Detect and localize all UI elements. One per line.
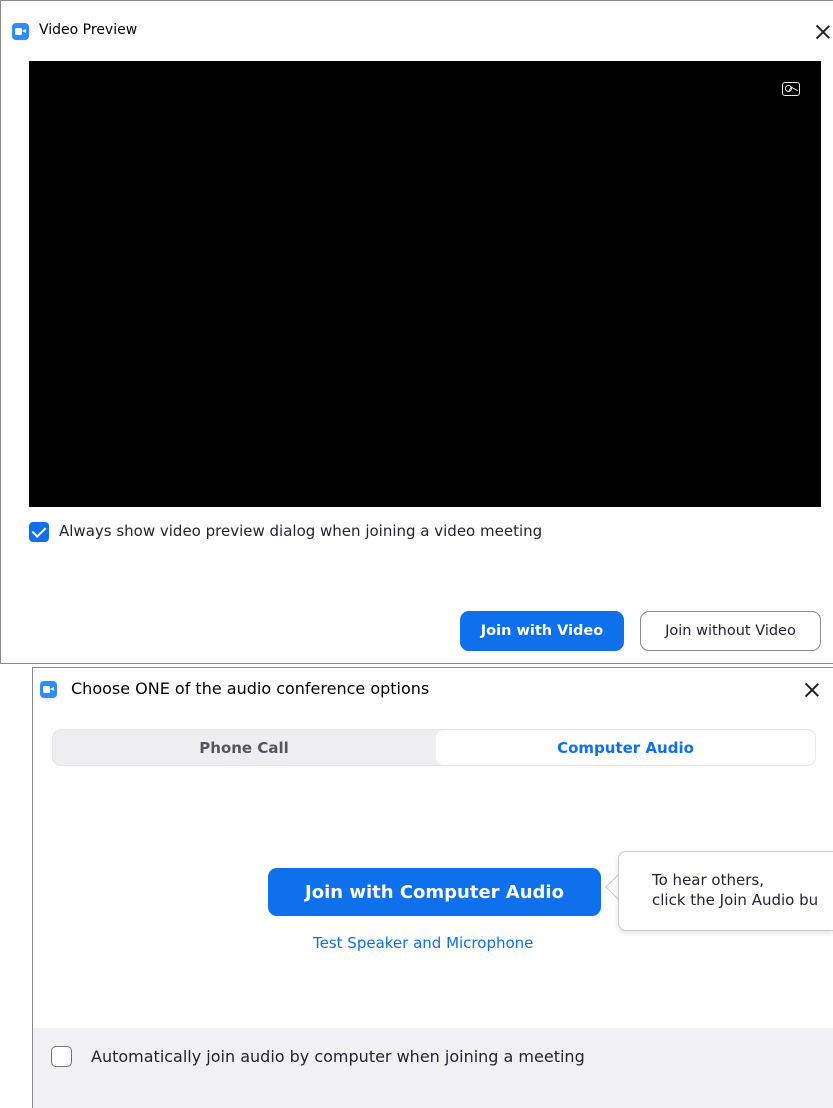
join-without-video-button[interactable]: Join without Video (640, 611, 821, 651)
video-preview-titlebar: Video Preview (1, 1, 833, 40)
audio-tabs: Phone Call Computer Audio (52, 729, 816, 766)
video-preview-window: Video Preview Always show video preview … (0, 0, 833, 664)
always-show-label: Always show video preview dialog when jo… (59, 522, 543, 540)
auto-join-label: Automatically join audio by computer whe… (91, 1047, 585, 1066)
auto-join-checkbox[interactable] (51, 1046, 72, 1067)
tooltip-line-2: click the Join Audio bu (652, 891, 819, 909)
audio-footer: Automatically join audio by computer whe… (33, 1028, 833, 1108)
tooltip-text: To hear others, click the Join Audio bu (652, 870, 833, 910)
always-show-checkbox[interactable] (29, 522, 49, 542)
video-preview-area (29, 61, 821, 507)
join-audio-tooltip: To hear others, click the Join Audio bu (618, 851, 833, 931)
zoom-app-icon (40, 681, 57, 698)
background-icon[interactable] (782, 82, 800, 96)
zoom-app-icon (12, 23, 29, 40)
tooltip-line-1: To hear others, (652, 871, 764, 889)
close-icon[interactable] (804, 682, 820, 698)
close-icon[interactable] (815, 24, 831, 40)
audio-options-title: Choose ONE of the audio conference optio… (71, 679, 430, 698)
join-with-video-button[interactable]: Join with Video (460, 611, 624, 651)
tab-phone-call[interactable]: Phone Call (53, 730, 435, 765)
video-preview-title: Video Preview (39, 22, 138, 38)
test-speaker-microphone-link[interactable]: Test Speaker and Microphone (313, 934, 533, 952)
join-computer-audio-button[interactable]: Join with Computer Audio (268, 868, 601, 916)
tab-computer-audio[interactable]: Computer Audio (436, 730, 815, 765)
audio-options-window: Choose ONE of the audio conference optio… (32, 667, 833, 1108)
